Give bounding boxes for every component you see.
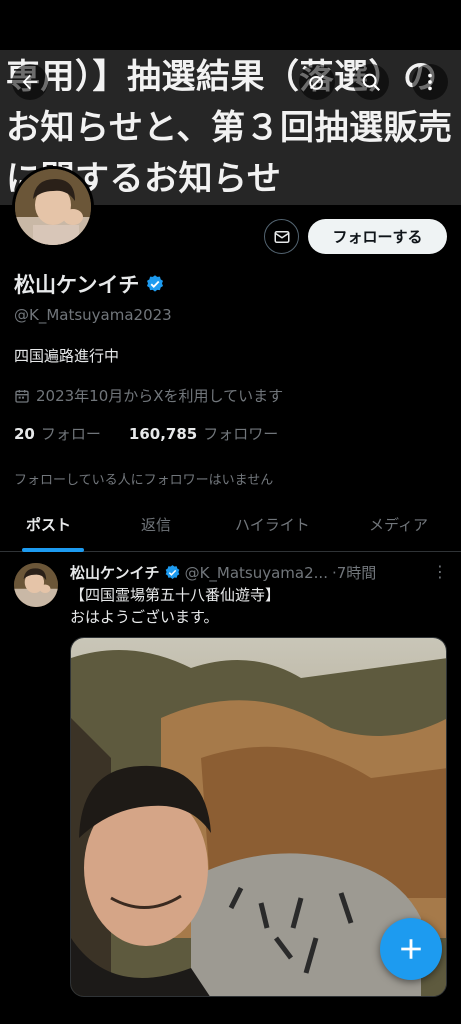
search-icon xyxy=(362,73,381,92)
tab-posts[interactable]: ポスト xyxy=(26,514,71,535)
followers-label[interactable]: フォロワー xyxy=(203,423,278,444)
calendar-icon xyxy=(15,389,29,403)
profile-name: 松山ケンイチ xyxy=(14,273,140,297)
more-vertical-icon xyxy=(428,73,432,91)
profile-avatar[interactable] xyxy=(12,166,94,248)
joined-date: 2023年10月からXを利用しています xyxy=(14,385,283,406)
follow-stats: 20 フォロー 160,785 フォロワー xyxy=(14,423,278,444)
active-tab-indicator xyxy=(22,548,84,552)
more-options-button[interactable] xyxy=(412,64,448,100)
profile-name-row: 松山ケンイチ xyxy=(14,269,165,299)
profile-tabs: ポスト 返信 ハイライト メディア xyxy=(0,502,461,552)
post-time[interactable]: ·7時間 xyxy=(332,562,376,583)
message-button[interactable] xyxy=(264,219,299,254)
post-author-handle[interactable]: @K_Matsuyama2... xyxy=(185,564,328,582)
tab-media[interactable]: メディア xyxy=(369,514,428,535)
search-button[interactable] xyxy=(353,64,389,100)
plus-icon xyxy=(401,939,421,959)
post-text-line: 【四国霊場第五十八番仙遊寺】 xyxy=(70,586,281,604)
envelope-icon xyxy=(274,230,289,243)
follow-button[interactable]: フォローする xyxy=(308,219,447,254)
following-count[interactable]: 20 xyxy=(14,425,35,443)
post-more-icon[interactable]: ⋮ xyxy=(432,562,448,581)
back-button[interactable] xyxy=(12,64,48,100)
post-body: 【四国霊場第五十八番仙遊寺】 おはようございます。 xyxy=(70,584,280,628)
grok-button[interactable] xyxy=(299,64,335,100)
post-author-name[interactable]: 松山ケンイチ xyxy=(70,562,160,583)
verified-badge-icon[interactable] xyxy=(145,274,165,294)
mutual-followers-note: フォローしている人にフォロワーはいません xyxy=(14,473,274,488)
arrow-left-icon xyxy=(22,74,38,90)
tab-highlights[interactable]: ハイライト xyxy=(235,514,310,535)
post-avatar[interactable] xyxy=(14,563,58,607)
compose-button[interactable] xyxy=(380,918,442,980)
verified-badge-icon xyxy=(165,565,179,579)
tab-replies[interactable]: 返信 xyxy=(141,514,171,535)
profile-bio: 四国遍路進行中 xyxy=(14,347,120,365)
following-label[interactable]: フォロー xyxy=(41,423,101,444)
joined-text: 2023年10月からXを利用しています xyxy=(36,387,284,405)
post-header: 松山ケンイチ @K_Matsuyama2... ·7時間 xyxy=(70,562,450,583)
post-text-line: おはようございます。 xyxy=(70,608,219,626)
grok-icon xyxy=(309,74,325,90)
followers-count[interactable]: 160,785 xyxy=(129,425,197,443)
profile-handle: @K_Matsuyama2023 xyxy=(14,306,172,324)
